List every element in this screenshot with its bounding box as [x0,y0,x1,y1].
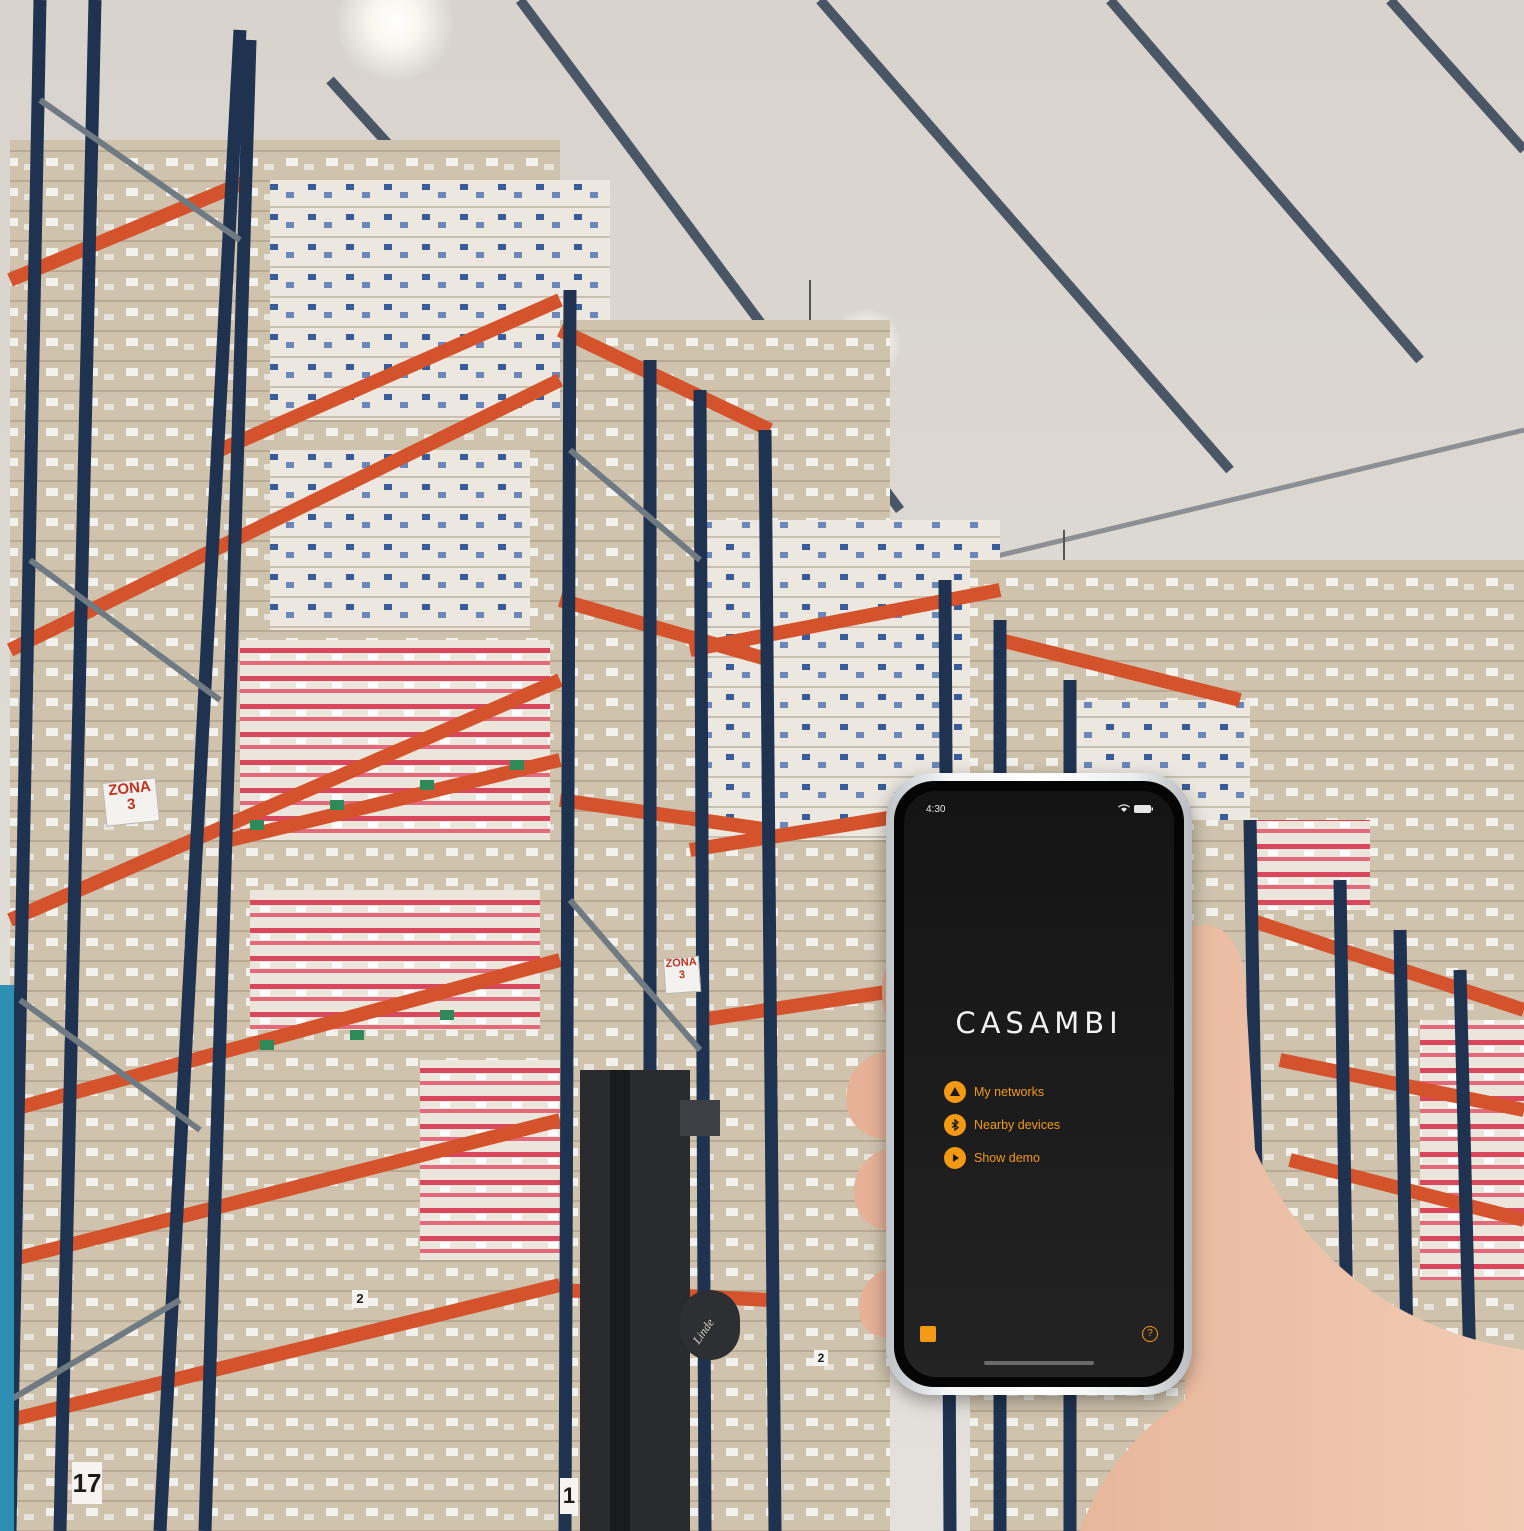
menu-item-show-demo[interactable]: Show demo [944,1141,1060,1174]
settings-icon[interactable] [920,1326,936,1342]
menu-item-label: Show demo [974,1150,1041,1165]
app-screen: 4:30 CASAMBI My networks Nearby devices … [904,791,1174,1377]
brand-wordmark: CASAMBI [955,1006,1123,1040]
network-icon [944,1080,966,1103]
status-icons [1118,804,1153,813]
menu-item-nearby-devices[interactable]: Nearby devices [944,1108,1060,1141]
play-icon [944,1146,966,1169]
menu-item-label: Nearby devices [974,1117,1061,1132]
shelf-number: 2 [814,1350,828,1366]
battery-icon [1134,805,1153,813]
aisle-number: 1 [560,1478,578,1514]
zone-sign: ZONA 3 [101,777,161,827]
shelf-number: 2 [352,1290,368,1308]
help-icon[interactable]: ? [1142,1326,1158,1342]
bluetooth-icon [944,1113,966,1136]
phone-bezel: 4:30 CASAMBI My networks Nearby devices … [894,781,1184,1387]
menu-item-label: My networks [974,1084,1045,1099]
main-menu: My networks Nearby devices Show demo [944,1075,1060,1174]
side-accent-strip [0,985,14,1531]
aisle-number: 17 [72,1462,102,1504]
warehouse-scene: ZONA 3 ZONA 3 17 1 2 2 Linde 4:30 CASAMB… [0,0,1524,1531]
status-time: 4:30 [926,804,946,815]
menu-item-my-networks[interactable]: My networks [944,1075,1060,1108]
zone-sign: ZONA 3 [662,955,702,995]
warehouse-background [0,0,1524,1531]
zone-sign-number: 3 [678,968,686,981]
home-indicator[interactable] [984,1361,1094,1365]
smartphone: 4:30 CASAMBI My networks Nearby devices … [886,773,1192,1395]
status-bar: 4:30 [904,791,1174,825]
wifi-icon [1118,804,1130,812]
casambi-logo: CASAMBI [904,1003,1174,1043]
